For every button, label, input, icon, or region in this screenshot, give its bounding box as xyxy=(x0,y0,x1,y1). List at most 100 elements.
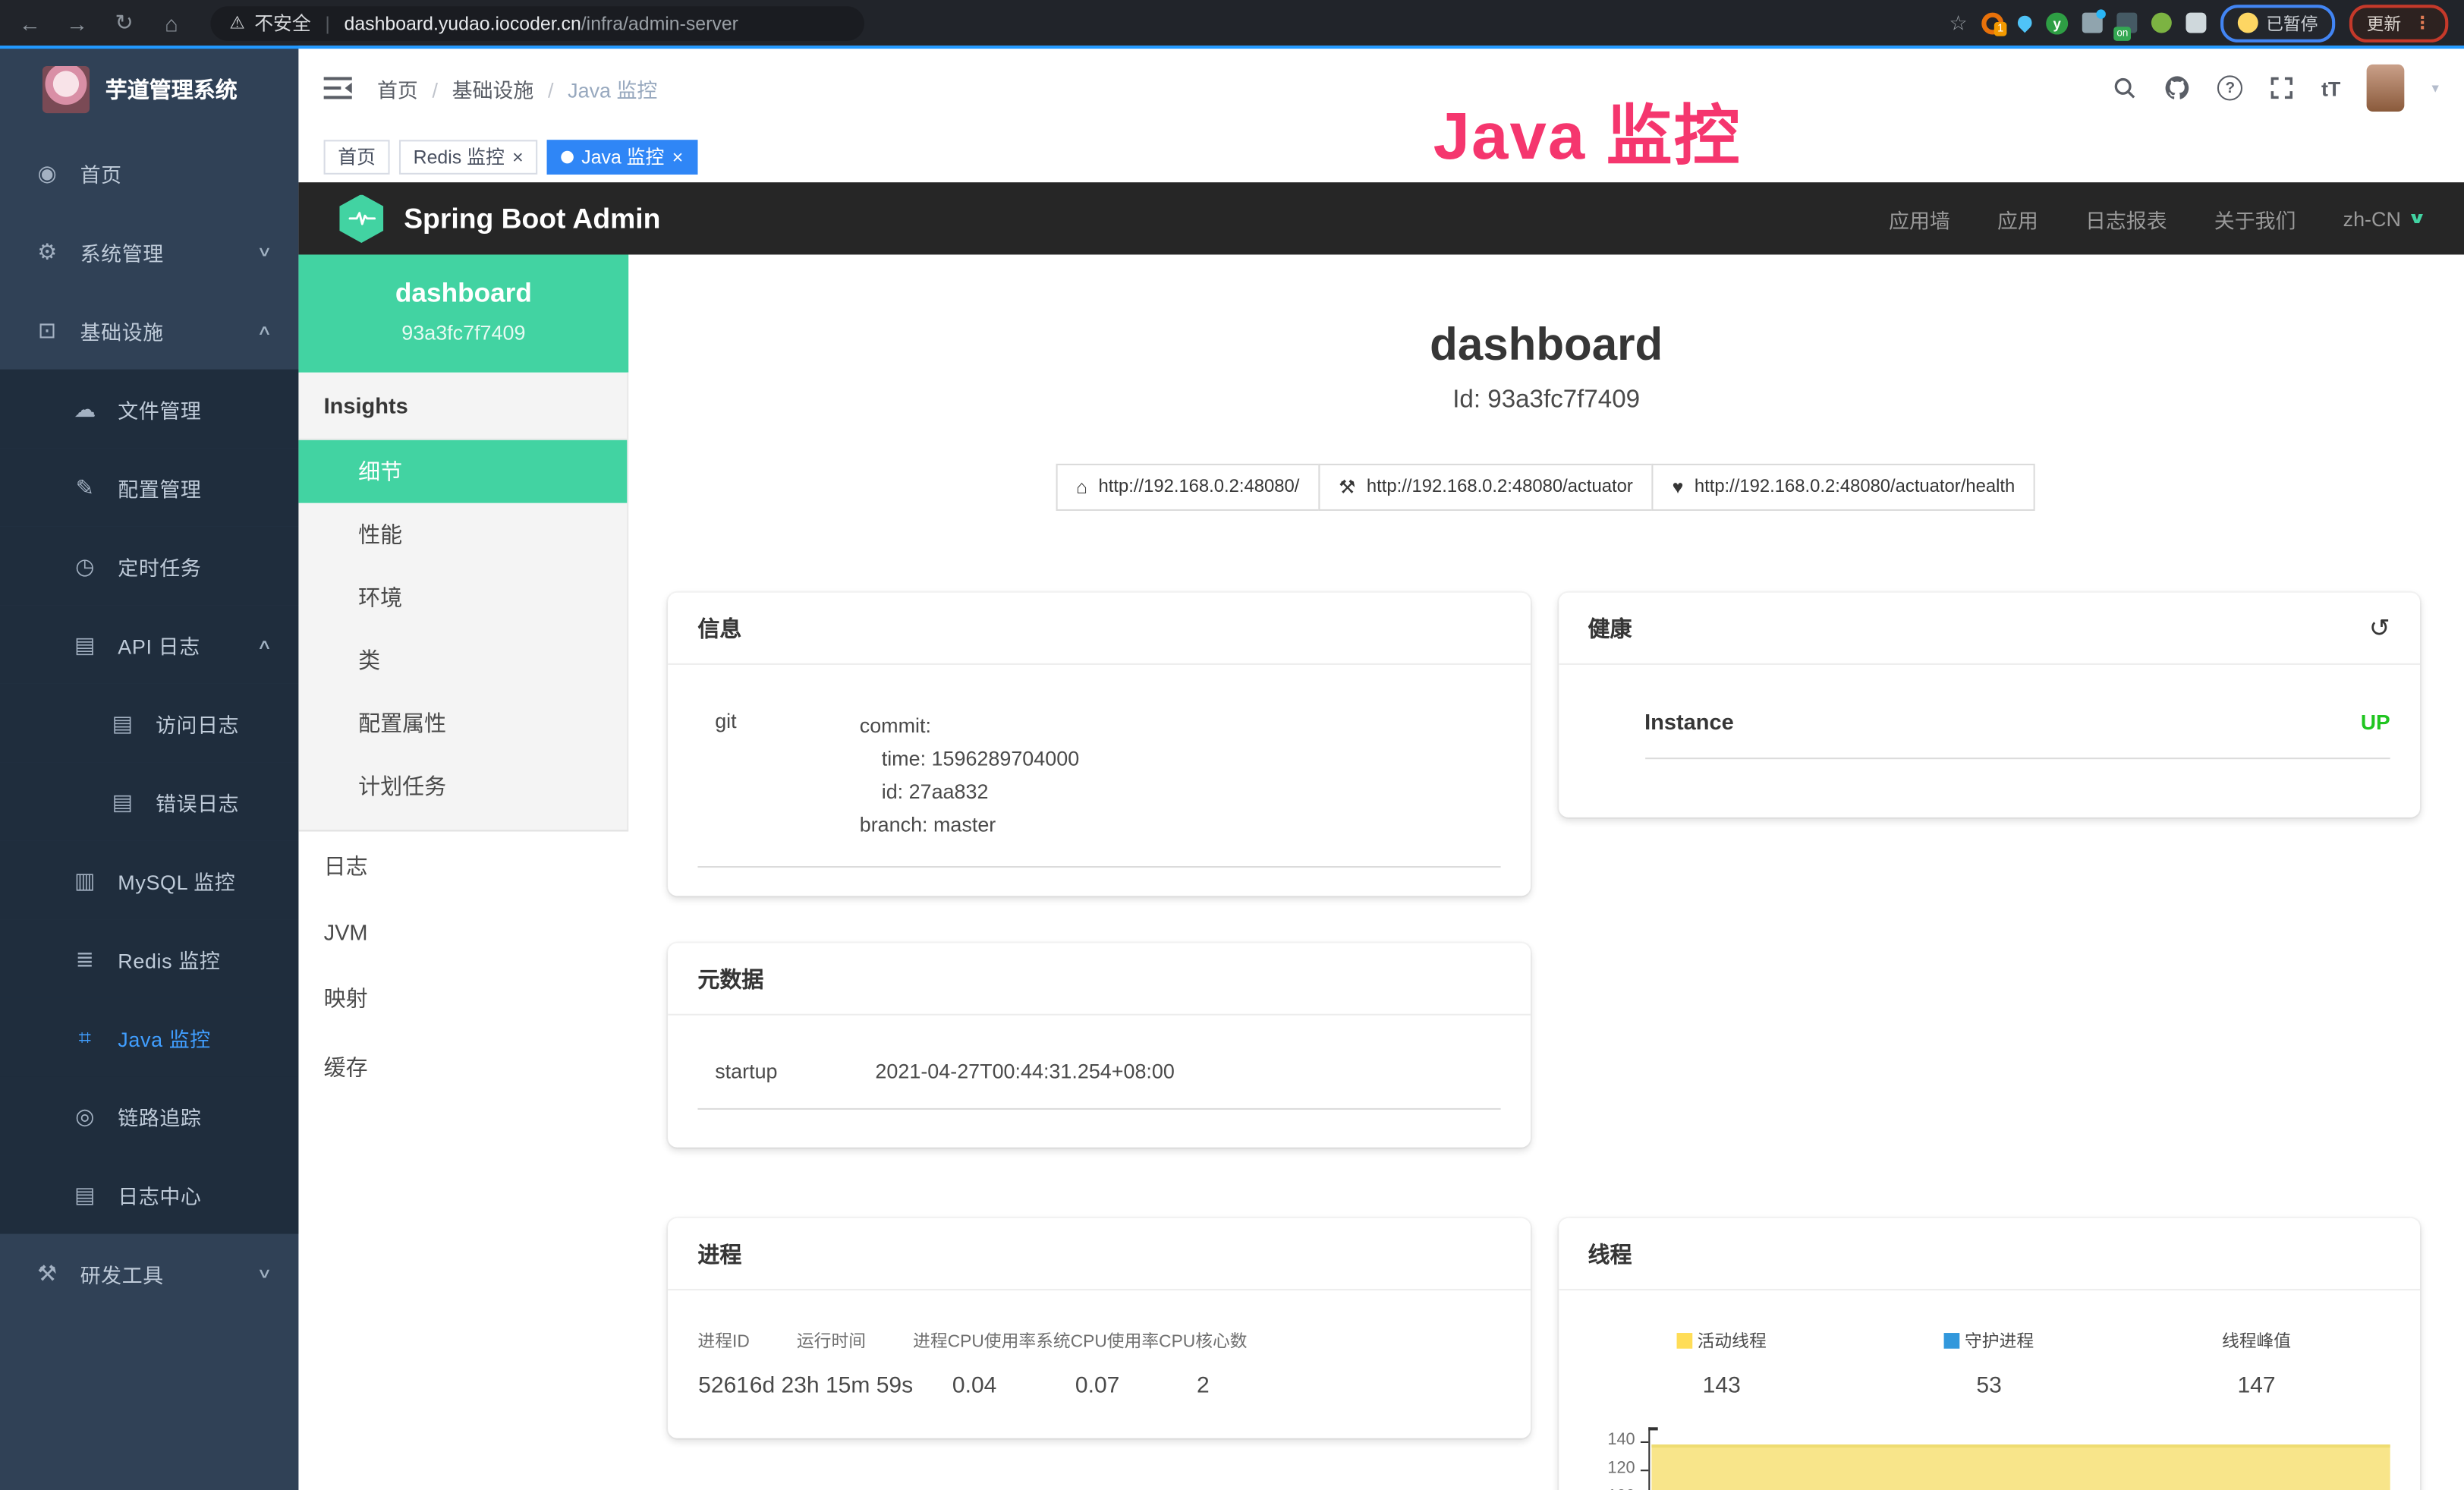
extension-leaf-icon[interactable] xyxy=(2151,13,2172,33)
sba-menu-item[interactable]: 性能 xyxy=(298,503,627,566)
address-bar[interactable]: ⚠ 不安全 | dashboard.yudao.iocoder.cn/infra… xyxy=(210,5,864,40)
update-button[interactable]: 更新⋮ xyxy=(2349,4,2448,42)
instance-id: 93a3fc7f7409 xyxy=(298,320,628,344)
history-icon[interactable]: ↺ xyxy=(2369,613,2390,644)
browser-actions: ☆ 1 y on 已暂停 更新⋮ xyxy=(1949,4,2449,42)
breadcrumb-item[interactable]: Java 监控/ xyxy=(568,73,657,102)
avatar-caret-icon[interactable]: ▾ xyxy=(2431,80,2438,97)
chevron-down-icon: ∨ xyxy=(2407,209,2426,227)
font-size-icon[interactable]: tT xyxy=(2321,76,2340,99)
sba-menu-item[interactable]: 缓存 xyxy=(298,1033,628,1102)
y-axis-tick: 100 xyxy=(1588,1487,1635,1490)
sba-menu-item[interactable]: 细节 xyxy=(298,440,627,503)
sidebar-item[interactable]: ◉ 首页 xyxy=(0,134,298,213)
forward-icon[interactable]: → xyxy=(63,10,91,35)
divider: | xyxy=(325,12,329,34)
admin-menu: ◉ 首页 ⚙ 系统管理 ∨ ⊡ 基础设施 ∧ xyxy=(0,134,298,1312)
extension-pin-icon[interactable] xyxy=(2015,13,2034,33)
breadcrumb: 首页/ 基础设施/ Java 监控/ xyxy=(377,73,657,102)
sidebar-item[interactable]: ▤ 访问日志 xyxy=(0,684,298,763)
sidebar-item[interactable]: ▤ API 日志 ∧ xyxy=(0,605,298,684)
tag-tab[interactable]: Redis 监控 × xyxy=(399,139,537,174)
gear-icon: ⚙ xyxy=(35,238,60,265)
extensions-puzzle-icon[interactable] xyxy=(2186,13,2206,33)
instance-link-button[interactable]: ⚒ http://192.168.0.2:48080/actuator xyxy=(1318,464,1654,511)
sidebar-item[interactable]: ⚒ 研发工具 ∨ xyxy=(0,1234,298,1313)
chevron-up-icon: ∧ xyxy=(257,321,272,339)
sba-menu-item[interactable]: 日志 xyxy=(298,831,628,900)
sba-nav-item[interactable]: 应用墙 xyxy=(1889,203,1950,233)
sidebar-item[interactable]: ▤ 日志中心 xyxy=(0,1155,298,1234)
sidebar-item[interactable]: ◷ 定时任务 xyxy=(0,527,298,606)
breadcrumb-item[interactable]: 首页/ xyxy=(377,73,452,102)
sba-nav-item[interactable]: 应用 xyxy=(1997,203,2038,233)
reload-icon[interactable]: ↻ xyxy=(110,9,138,36)
locale-select[interactable]: zh-CN ∨ xyxy=(2343,206,2424,230)
extension-recorder-icon[interactable]: 1 xyxy=(1981,12,2003,34)
sidebar-item[interactable]: ⌗ Java 监控 xyxy=(0,998,298,1077)
back-icon[interactable]: ← xyxy=(16,10,44,35)
sba-menu-item[interactable]: 映射 xyxy=(298,963,628,1032)
heart-icon: ♥ xyxy=(1673,476,1684,498)
hamburger-icon[interactable] xyxy=(324,77,352,99)
sba-brand[interactable]: Spring Boot Admin xyxy=(404,202,660,235)
sidebar-item[interactable]: ≣ Redis 监控 xyxy=(0,919,298,998)
card-title: 元数据 xyxy=(668,943,1530,1015)
metadata-value: 2021-04-27T00:44:31.254+08:00 xyxy=(875,1060,1499,1083)
process-card: 进程 进程ID 5261 xyxy=(668,1218,1530,1438)
sidebar-item[interactable]: ☁ 文件管理 xyxy=(0,370,298,449)
process-metric: CPU核心数 2 xyxy=(1159,1328,1247,1399)
security-label: 不安全 xyxy=(254,9,311,36)
extension-switch-icon[interactable]: on xyxy=(2116,13,2137,33)
api-log-icon: ▤ xyxy=(72,631,97,657)
sba-menu-item[interactable]: 计划任务 xyxy=(298,754,627,817)
app-logo-row[interactable]: 芋道管理系统 xyxy=(0,46,298,134)
info-key: git xyxy=(697,709,859,841)
sba-menu-item[interactable]: 环境 xyxy=(298,565,627,628)
sidebar-item[interactable]: ▤ 错误日志 xyxy=(0,762,298,841)
close-icon[interactable]: × xyxy=(672,147,684,166)
infra-icon: ⊡ xyxy=(35,317,60,343)
menu-kebab-icon[interactable]: ⋮ xyxy=(2414,13,2431,33)
progress-bar xyxy=(0,46,2464,49)
fullscreen-icon[interactable] xyxy=(2270,75,2295,100)
tag-tab[interactable]: 首页 × xyxy=(324,139,390,174)
error-log-icon: ▤ xyxy=(110,789,135,815)
sba-nav-item[interactable]: 日志报表 xyxy=(2085,203,2167,233)
sba-logo-icon[interactable] xyxy=(339,194,383,243)
extension-y-icon[interactable]: y xyxy=(2046,12,2068,34)
search-icon[interactable] xyxy=(2113,75,2138,100)
process-metric: 进程ID 5261 xyxy=(697,1328,749,1399)
sba-nav-item[interactable]: 关于我们 xyxy=(2214,203,2296,233)
sidebar-item[interactable]: ✎ 配置管理 xyxy=(0,448,298,527)
sidebar-item[interactable]: ◎ 链路追踪 xyxy=(0,1076,298,1155)
sba-menu-item[interactable]: 配置属性 xyxy=(298,691,627,754)
breadcrumb-item[interactable]: 基础设施/ xyxy=(452,73,568,102)
close-icon[interactable]: × xyxy=(512,147,524,166)
url-text: dashboard.yudao.iocoder.cn/infra/admin-s… xyxy=(345,12,738,34)
tags-view: 首页 × Redis 监控 × Java 监控 × xyxy=(298,131,2464,182)
instance-link-button[interactable]: ♥ http://192.168.0.2:48080/actuator/heal… xyxy=(1652,464,2035,511)
thread-stat: 线程峰值 147 xyxy=(2123,1328,2390,1399)
tag-tab[interactable]: Java 监控 × xyxy=(547,139,697,174)
threads-card: 线程 活动线程 143 xyxy=(1558,1218,2420,1490)
bookmark-star-icon[interactable]: ☆ xyxy=(1949,10,1968,35)
sidebar-item[interactable]: ⊡ 基础设施 ∧ xyxy=(0,291,298,370)
info-line: branch: master xyxy=(860,808,1500,840)
sidebar-item[interactable]: ⚙ 系统管理 ∨ xyxy=(0,213,298,291)
paused-badge[interactable]: 已暂停 xyxy=(2220,4,2335,42)
extension-grid-icon[interactable] xyxy=(2082,13,2103,33)
sba-menu-item[interactable]: JVM xyxy=(298,901,628,964)
app-logo-avatar xyxy=(42,66,90,113)
sba-instance-header[interactable]: dashboard 93a3fc7f7409 xyxy=(298,254,628,372)
help-icon[interactable]: ? xyxy=(2217,75,2242,100)
health-row[interactable]: Instance UP xyxy=(1644,709,2390,759)
info-card: 信息 git commit:time: 1596289704000id: 27a… xyxy=(668,593,1530,896)
section-title: Insights xyxy=(298,373,627,440)
browser-home-icon[interactable]: ⌂ xyxy=(157,10,185,35)
sba-menu-item[interactable]: 类 xyxy=(298,628,627,691)
user-avatar[interactable] xyxy=(2368,65,2406,112)
github-icon[interactable] xyxy=(2164,75,2191,100)
instance-link-button[interactable]: ⌂ http://192.168.0.2:48080/ xyxy=(1056,464,1320,511)
sidebar-item[interactable]: ▥ MySQL 监控 xyxy=(0,841,298,920)
